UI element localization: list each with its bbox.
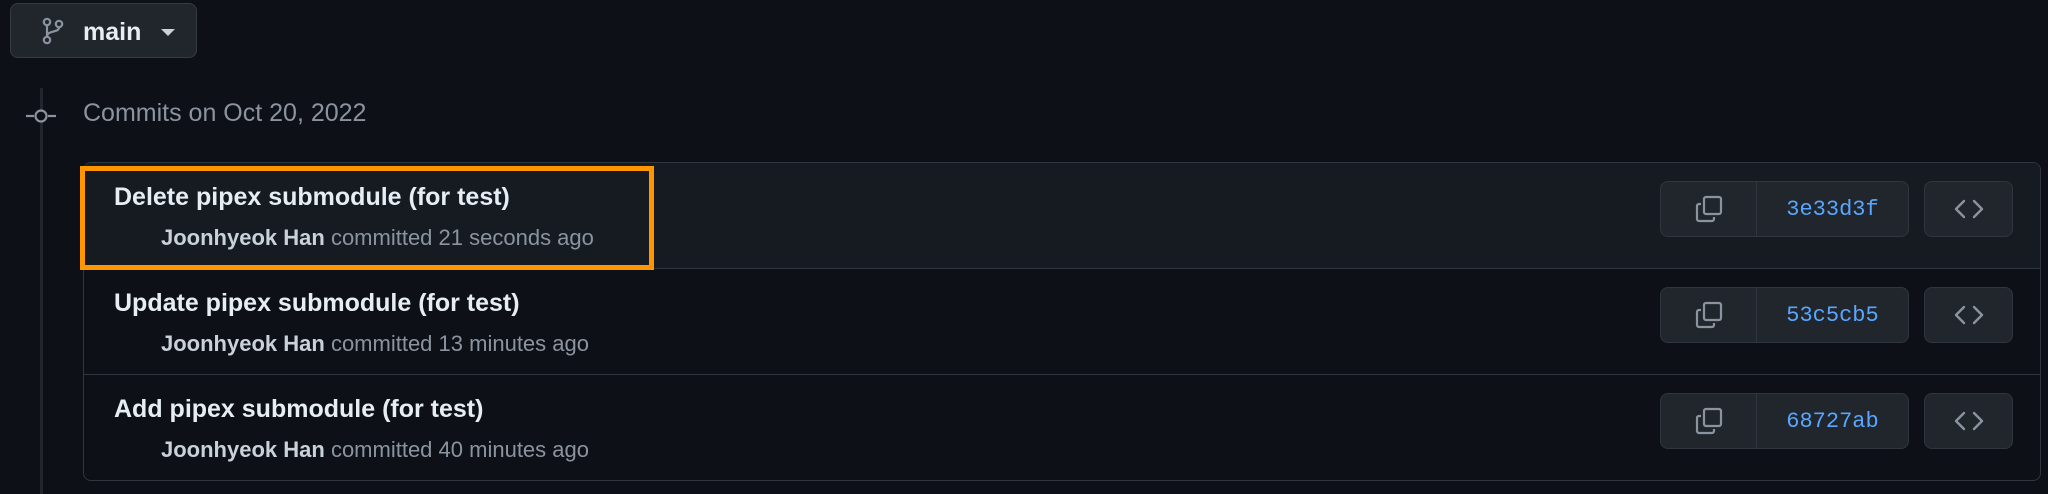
commit-list: Delete pipex submodule (for test) Joonhy… <box>83 162 2041 481</box>
timeline-line <box>40 88 43 494</box>
commit-title-link[interactable]: Delete pipex submodule (for test) <box>114 183 510 212</box>
commit-row: Update pipex submodule (for test) Joonhy… <box>84 269 2040 375</box>
commit-action: committed <box>330 225 433 250</box>
commit-author-link[interactable]: Joonhyeok Han <box>161 331 325 356</box>
code-icon <box>1954 199 1983 219</box>
commit-sha-group: 68727ab <box>1660 393 1909 449</box>
code-icon <box>1954 305 1983 325</box>
commit-row: Add pipex submodule (for test) Joonhyeok… <box>84 375 2040 480</box>
copy-icon <box>1695 301 1722 329</box>
commit-author-link[interactable]: Joonhyeok Han <box>161 225 325 250</box>
browse-repo-button[interactable] <box>1924 181 2013 237</box>
caret-down-icon <box>161 29 175 36</box>
commit-sha-group: 3e33d3f <box>1660 181 1909 237</box>
commit-row: Delete pipex submodule (for test) Joonhy… <box>84 163 2040 269</box>
copy-icon <box>1695 407 1722 435</box>
commit-sha-group: 53c5cb5 <box>1660 287 1909 343</box>
commit-sha-link[interactable]: 68727ab <box>1757 394 1908 448</box>
commit-meta: Joonhyeok Han committed 40 minutes ago <box>161 437 589 463</box>
git-commit-icon <box>26 109 56 123</box>
commit-sha-link[interactable]: 53c5cb5 <box>1757 288 1908 342</box>
commit-action: committed <box>330 437 433 462</box>
commit-meta: Joonhyeok Han committed 21 seconds ago <box>161 225 594 251</box>
branch-selector-button[interactable]: main <box>10 3 197 58</box>
commit-meta: Joonhyeok Han committed 13 minutes ago <box>161 331 589 357</box>
browse-repo-button[interactable] <box>1924 287 2013 343</box>
commit-time: 13 minutes ago <box>438 331 589 356</box>
git-branch-icon <box>42 17 64 45</box>
commit-sha-link[interactable]: 3e33d3f <box>1757 182 1908 236</box>
copy-sha-button[interactable] <box>1661 394 1757 448</box>
commit-author-link[interactable]: Joonhyeok Han <box>161 437 325 462</box>
commit-title-link[interactable]: Add pipex submodule (for test) <box>114 395 483 424</box>
commit-action: committed <box>330 331 433 356</box>
commit-time: 21 seconds ago <box>438 225 594 250</box>
copy-icon <box>1695 195 1722 223</box>
commits-date-heading: Commits on Oct 20, 2022 <box>83 99 367 127</box>
branch-name: main <box>83 18 142 46</box>
copy-sha-button[interactable] <box>1661 288 1757 342</box>
browse-repo-button[interactable] <box>1924 393 2013 449</box>
commit-title-link[interactable]: Update pipex submodule (for test) <box>114 289 520 318</box>
commit-time: 40 minutes ago <box>438 437 589 462</box>
copy-sha-button[interactable] <box>1661 182 1757 236</box>
code-icon <box>1954 411 1983 431</box>
